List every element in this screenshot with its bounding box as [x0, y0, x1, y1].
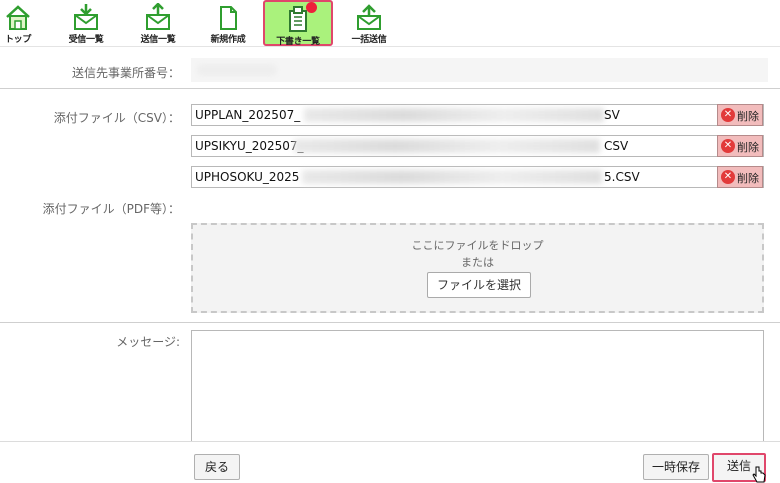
csv-file-row: UPPLAN_202507_ SV ✕ 削除: [191, 104, 764, 126]
delete-label: 削除: [737, 141, 759, 154]
toolbar-outbox-button[interactable]: 送信一覧: [130, 0, 186, 46]
save-draft-button[interactable]: 一時保存: [643, 454, 709, 480]
divider: [0, 46, 780, 47]
home-icon: [6, 5, 30, 30]
toolbar-inbox-label: 受信一覧: [68, 35, 104, 45]
toolbar-new-button[interactable]: 新規作成: [200, 0, 256, 46]
redacted-filename: [302, 170, 602, 184]
redacted-filename: [304, 108, 604, 122]
csv-file-name: UPSIKYU_202507_: [195, 139, 304, 153]
hand-cursor-icon: [752, 466, 766, 483]
message-label: メッセージ:: [116, 335, 180, 349]
delete-button[interactable]: ✕ 削除: [717, 166, 763, 188]
csv-file-row: UPSIKYU_202507_ CSV ✕ 削除: [191, 135, 764, 157]
csv-file-ext: CSV: [604, 139, 629, 153]
new-document-icon: [220, 6, 237, 30]
csv-file-row: UPHOSOKU_2025 5.CSV ✕ 削除: [191, 166, 764, 188]
destination-value-redacted: [197, 64, 277, 76]
csv-attachment-label: 添付ファイル（CSV）：: [53, 111, 180, 125]
inbox-icon: [74, 4, 98, 30]
csv-file-name: UPPLAN_202507_: [195, 108, 301, 122]
toolbar-new-label: 新規作成: [210, 35, 246, 45]
toolbar-outbox-label: 送信一覧: [140, 35, 176, 45]
delete-icon: ✕: [721, 108, 735, 122]
dropzone-or-text: または: [461, 256, 494, 269]
delete-button[interactable]: ✕ 削除: [717, 135, 763, 157]
choose-file-button[interactable]: ファイルを選択: [427, 272, 531, 298]
delete-label: 削除: [737, 110, 759, 123]
app-window: トップ 受信一覧 送信一覧 新規作成 下書き一覧 一括送信 送信先事業所番号： …: [0, 0, 780, 483]
destination-label: 送信先事業所番号：: [71, 66, 180, 80]
pdf-attachment-label: 添付ファイル（PDF等）：: [42, 202, 180, 216]
toolbar-inbox-button[interactable]: 受信一覧: [58, 0, 114, 46]
divider: [0, 322, 780, 323]
toolbar-bulk-send-button[interactable]: 一括送信: [340, 0, 398, 46]
toolbar-top-label: トップ: [4, 35, 32, 45]
csv-file-ext: SV: [604, 108, 620, 122]
redacted-filename: [294, 139, 600, 153]
delete-icon: ✕: [721, 170, 735, 184]
bulk-send-icon: [357, 4, 381, 30]
dropzone-text: ここにファイルをドロップ: [411, 239, 544, 252]
notification-dot: [306, 2, 317, 13]
back-button[interactable]: 戻る: [194, 454, 240, 480]
delete-label: 削除: [737, 172, 759, 185]
delete-icon: ✕: [721, 139, 735, 153]
divider: [0, 88, 780, 89]
toolbar-bulk-send-label: 一括送信: [351, 35, 387, 45]
delete-button[interactable]: ✕ 削除: [717, 104, 763, 126]
destination-field: [191, 58, 768, 82]
csv-file-ext: 5.CSV: [604, 170, 640, 184]
message-textarea[interactable]: [191, 330, 764, 442]
toolbar-top-button[interactable]: トップ: [0, 0, 36, 46]
toolbar: トップ 受信一覧 送信一覧 新規作成 下書き一覧 一括送信: [0, 0, 780, 47]
csv-file-name: UPHOSOKU_2025: [195, 170, 300, 184]
file-dropzone[interactable]: ここにファイルをドロップ または ファイルを選択: [191, 223, 764, 313]
outbox-icon: [146, 3, 170, 30]
toolbar-drafts-button[interactable]: 下書き一覧: [263, 0, 333, 47]
